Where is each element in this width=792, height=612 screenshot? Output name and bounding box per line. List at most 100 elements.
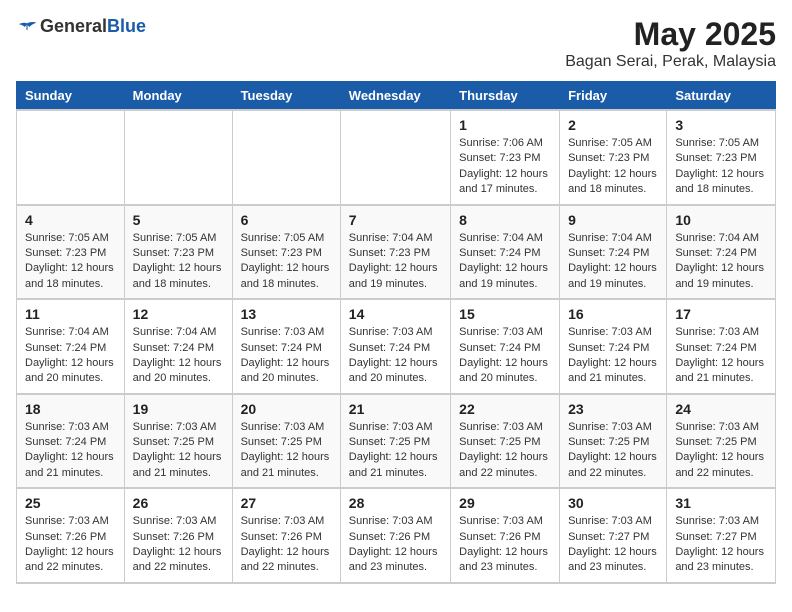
day-number: 20 — [241, 401, 332, 417]
month-title: May 2025 — [565, 16, 776, 53]
day-number: 8 — [459, 212, 551, 228]
day-info: Sunrise: 7:03 AMSunset: 7:25 PMDaylight:… — [133, 420, 224, 482]
week-row-5: 25Sunrise: 7:03 AMSunset: 7:26 PMDayligh… — [17, 488, 776, 583]
calendar-cell — [232, 110, 340, 205]
day-info: Sunrise: 7:04 AMSunset: 7:24 PMDaylight:… — [459, 231, 551, 293]
day-number: 2 — [568, 117, 658, 133]
calendar-cell: 26 Sunrise: 7:03 AMSunset: 7:26 PMDayligh… — [124, 488, 232, 583]
day-info: Sunrise: 7:03 AMSunset: 7:24 PMDaylight:… — [25, 420, 116, 482]
calendar-cell: 3 Sunrise: 7:05 AMSunset: 7:23 PMDaylight… — [667, 110, 776, 205]
calendar-cell: 13Sunrise: 7:03 AMSunset: 7:24 PMDayligh… — [232, 299, 340, 394]
header-monday: Monday — [124, 82, 232, 111]
calendar-cell: 22Sunrise: 7:03 AMSunset: 7:25 PMDayligh… — [451, 394, 560, 489]
calendar-cell: 9 Sunrise: 7:04 AMSunset: 7:24 PMDaylight… — [560, 205, 667, 300]
location: Bagan Serai, Perak, Malaysia — [565, 53, 776, 71]
header-tuesday: Tuesday — [232, 82, 340, 111]
day-number: 7 — [349, 212, 442, 228]
day-info: Sunrise: 7:03 AMSunset: 7:24 PMDaylight:… — [675, 325, 767, 387]
calendar-cell: 5 Sunrise: 7:05 AMSunset: 7:23 PMDaylight… — [124, 205, 232, 300]
day-number: 16 — [568, 306, 658, 322]
day-number: 26 — [133, 495, 224, 511]
day-number: 22 — [459, 401, 551, 417]
day-number: 23 — [568, 401, 658, 417]
day-info: Sunrise: 7:05 AMSunset: 7:23 PMDaylight:… — [25, 231, 116, 293]
calendar-cell: 21 Sunrise: 7:03 AMSunset: 7:25 PMDayligh… — [340, 394, 450, 489]
logo-general: General — [40, 16, 107, 37]
day-number: 4 — [25, 212, 116, 228]
calendar-cell: 10 Sunrise: 7:04 AMSunset: 7:24 PMDayligh… — [667, 205, 776, 300]
day-number: 17 — [675, 306, 767, 322]
day-number: 10 — [675, 212, 767, 228]
header-wednesday: Wednesday — [340, 82, 450, 111]
calendar-table: Sunday Monday Tuesday Wednesday Thursday… — [16, 81, 776, 584]
header-saturday: Saturday — [667, 82, 776, 111]
day-number: 3 — [675, 117, 767, 133]
day-number: 14 — [349, 306, 442, 322]
header-thursday: Thursday — [451, 82, 560, 111]
calendar-cell: 17 Sunrise: 7:03 AMSunset: 7:24 PMDayligh… — [667, 299, 776, 394]
logo-bird-icon — [16, 19, 38, 35]
day-number: 30 — [568, 495, 658, 511]
day-info: Sunrise: 7:03 AMSunset: 7:24 PMDaylight:… — [349, 325, 442, 387]
calendar-cell: 18Sunrise: 7:03 AMSunset: 7:24 PMDayligh… — [17, 394, 125, 489]
day-number: 6 — [241, 212, 332, 228]
header-sunday: Sunday — [17, 82, 125, 111]
calendar-cell: 14 Sunrise: 7:03 AMSunset: 7:24 PMDayligh… — [340, 299, 450, 394]
day-number: 11 — [25, 306, 116, 322]
week-row-4: 18Sunrise: 7:03 AMSunset: 7:24 PMDayligh… — [17, 394, 776, 489]
day-number: 21 — [349, 401, 442, 417]
calendar-cell: 12 Sunrise: 7:04 AMSunset: 7:24 PMDayligh… — [124, 299, 232, 394]
day-info: Sunrise: 7:03 AMSunset: 7:24 PMDaylight:… — [459, 325, 551, 387]
day-number: 1 — [459, 117, 551, 133]
weekday-header-row: Sunday Monday Tuesday Wednesday Thursday… — [17, 82, 776, 111]
calendar-cell: 11Sunrise: 7:04 AMSunset: 7:24 PMDayligh… — [17, 299, 125, 394]
day-info: Sunrise: 7:04 AMSunset: 7:24 PMDaylight:… — [568, 231, 658, 293]
day-info: Sunrise: 7:04 AMSunset: 7:24 PMDaylight:… — [675, 231, 767, 293]
calendar-cell: 24 Sunrise: 7:03 AMSunset: 7:25 PMDayligh… — [667, 394, 776, 489]
calendar-cell: 16 Sunrise: 7:03 AMSunset: 7:24 PMDayligh… — [560, 299, 667, 394]
day-number: 28 — [349, 495, 442, 511]
calendar-cell: 28 Sunrise: 7:03 AMSunset: 7:26 PMDayligh… — [340, 488, 450, 583]
calendar-cell: 29 Sunrise: 7:03 AMSunset: 7:26 PMDayligh… — [451, 488, 560, 583]
day-info: Sunrise: 7:03 AMSunset: 7:27 PMDaylight:… — [568, 514, 658, 576]
calendar-cell: 19 Sunrise: 7:03 AMSunset: 7:25 PMDayligh… — [124, 394, 232, 489]
calendar-cell: 31Sunrise: 7:03 AMSunset: 7:27 PMDayligh… — [667, 488, 776, 583]
calendar-cell: 30 Sunrise: 7:03 AMSunset: 7:27 PMDayligh… — [560, 488, 667, 583]
logo: General Blue — [16, 16, 146, 37]
day-info: Sunrise: 7:03 AMSunset: 7:26 PMDaylight:… — [349, 514, 442, 576]
calendar-cell — [124, 110, 232, 205]
calendar-cell: 1Sunrise: 7:06 AMSunset: 7:23 PMDaylight… — [451, 110, 560, 205]
calendar-cell: 8 Sunrise: 7:04 AMSunset: 7:24 PMDaylight… — [451, 205, 560, 300]
day-number: 5 — [133, 212, 224, 228]
title-section: May 2025 Bagan Serai, Perak, Malaysia — [565, 16, 776, 71]
day-number: 19 — [133, 401, 224, 417]
day-number: 12 — [133, 306, 224, 322]
day-info: Sunrise: 7:03 AMSunset: 7:25 PMDaylight:… — [568, 420, 658, 482]
page-header: General Blue May 2025 Bagan Serai, Perak… — [16, 16, 776, 71]
day-info: Sunrise: 7:03 AMSunset: 7:25 PMDaylight:… — [349, 420, 442, 482]
day-number: 24 — [675, 401, 767, 417]
week-row-3: 11 Sunrise: 7:04 AMSunset: 7:24 PMDayligh… — [17, 299, 776, 394]
week-row-2: 4 Sunrise: 7:05 AMSunset: 7:23 PMDaylight… — [17, 205, 776, 300]
day-info: Sunrise: 7:03 AMSunset: 7:24 PMDaylight:… — [568, 325, 658, 387]
calendar-cell — [340, 110, 450, 205]
day-info: Sunrise: 7:03 AMSunset: 7:26 PMDaylight:… — [133, 514, 224, 576]
day-number: 9 — [568, 212, 658, 228]
day-info: Sunrise: 7:03 AMSunset: 7:26 PMDaylight:… — [459, 514, 551, 576]
calendar-cell: 15Sunrise: 7:03 AMSunset: 7:24 PMDayligh… — [451, 299, 560, 394]
calendar-cell: 4 Sunrise: 7:05 AMSunset: 7:23 PMDaylight… — [17, 205, 125, 300]
day-number: 31 — [675, 495, 767, 511]
day-info: Sunrise: 7:03 AMSunset: 7:25 PMDaylight:… — [675, 420, 767, 482]
day-info: Sunrise: 7:05 AMSunset: 7:23 PMDaylight:… — [675, 136, 767, 198]
calendar-cell: 2Sunrise: 7:05 AMSunset: 7:23 PMDaylight… — [560, 110, 667, 205]
calendar-cell: 23 Sunrise: 7:03 AMSunset: 7:25 PMDayligh… — [560, 394, 667, 489]
day-number: 29 — [459, 495, 551, 511]
day-info: Sunrise: 7:04 AMSunset: 7:23 PMDaylight:… — [349, 231, 442, 293]
calendar-cell: 20 Sunrise: 7:03 AMSunset: 7:25 PMDayligh… — [232, 394, 340, 489]
day-info: Sunrise: 7:03 AMSunset: 7:25 PMDaylight:… — [241, 420, 332, 482]
day-info: Sunrise: 7:03 AMSunset: 7:26 PMDaylight:… — [241, 514, 332, 576]
logo-blue: Blue — [107, 16, 146, 37]
calendar-cell: 25Sunrise: 7:03 AMSunset: 7:26 PMDayligh… — [17, 488, 125, 583]
day-info: Sunrise: 7:05 AMSunset: 7:23 PMDaylight:… — [133, 231, 224, 293]
day-info: Sunrise: 7:04 AMSunset: 7:24 PMDaylight:… — [133, 325, 224, 387]
